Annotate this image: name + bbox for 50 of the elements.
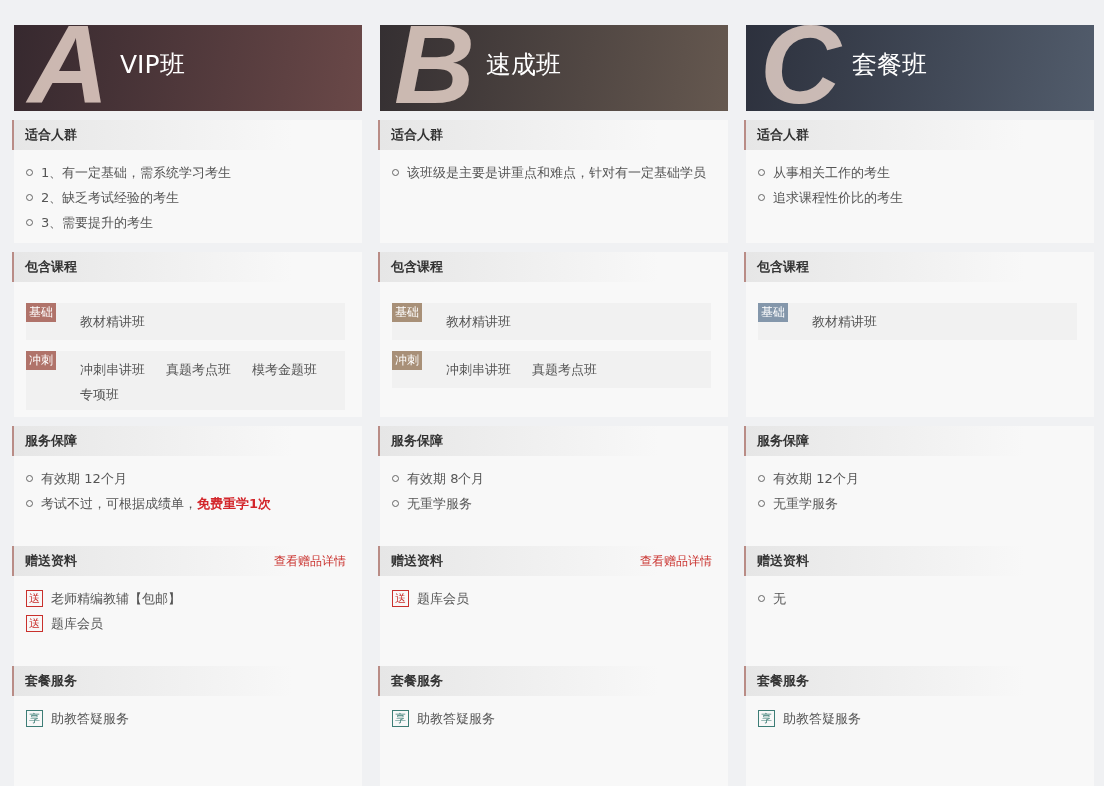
course-tag: 冲刺 xyxy=(26,351,56,371)
course-name: 教材精讲班 xyxy=(80,313,145,332)
course-name: 教材精讲班 xyxy=(446,313,511,332)
gift-details-link[interactable]: 查看赠品详情 xyxy=(274,546,346,576)
course-tag: 基础 xyxy=(758,303,788,323)
gift-text: 题库会员 xyxy=(51,615,103,633)
plan-title: VIP班 xyxy=(120,49,185,81)
gift-text: 无 xyxy=(773,590,786,608)
gift-text: 题库会员 xyxy=(417,590,469,608)
plan-title: 套餐班 xyxy=(852,49,927,81)
course-name: 真题考点班 xyxy=(532,361,597,380)
service-badge: 享 xyxy=(26,710,43,727)
audience-text: 2、缺乏考试经验的考生 xyxy=(41,189,180,207)
service-text: 有效期 12个月 xyxy=(773,470,859,488)
course-name: 冲刺串讲班 xyxy=(446,361,511,380)
service-badge: 享 xyxy=(392,710,409,727)
service-text: 有效期 12个月 xyxy=(41,470,127,488)
gift-badge: 送 xyxy=(392,590,409,607)
course-name: 教材精讲班 xyxy=(812,313,877,332)
course-name: 模考金题班 xyxy=(252,361,317,380)
service-text: 考试不过，可根据成绩单，免费重学1次 xyxy=(41,495,272,513)
gift-details-link[interactable]: 查看赠品详情 xyxy=(640,546,712,576)
gift-badge: 送 xyxy=(26,615,43,632)
service-badge: 享 xyxy=(758,710,775,727)
package-text: 助教答疑服务 xyxy=(417,710,495,728)
package-text: 助教答疑服务 xyxy=(51,710,129,728)
service-text: 有效期 8个月 xyxy=(407,470,485,488)
banner-letter: C xyxy=(760,15,843,111)
banner-letter: A xyxy=(28,15,110,111)
section-header-title: 赠送资料 xyxy=(391,552,443,570)
section-header-title: 赠送资料 xyxy=(25,552,77,570)
audience-text: 该班级是主要是讲重点和难点，针对有一定基础学员 xyxy=(407,164,706,182)
course-name: 冲刺串讲班 xyxy=(80,361,145,380)
audience-text: 从事相关工作的考生 xyxy=(773,164,890,182)
service-text: 无重学服务 xyxy=(773,495,838,513)
audience-text: 1、有一定基础，需系统学习考生 xyxy=(41,164,232,182)
audience-text: 3、需要提升的考生 xyxy=(41,214,154,232)
gift-text: 老师精编教辅【包邮】 xyxy=(51,590,181,608)
audience-text: 追求课程性价比的考生 xyxy=(773,189,903,207)
section-header-title: 赠送资料 xyxy=(757,552,809,570)
course-tag: 基础 xyxy=(392,303,422,323)
plan-title: 速成班 xyxy=(486,49,561,81)
gift-badge: 送 xyxy=(26,590,43,607)
service-text: 无重学服务 xyxy=(407,495,472,513)
course-name: 专项班 xyxy=(80,386,119,405)
package-text: 助教答疑服务 xyxy=(783,710,861,728)
course-name: 真题考点班 xyxy=(166,361,231,380)
banner-letter: B xyxy=(394,15,476,111)
course-tag: 基础 xyxy=(26,303,56,323)
course-tag: 冲刺 xyxy=(392,351,422,371)
